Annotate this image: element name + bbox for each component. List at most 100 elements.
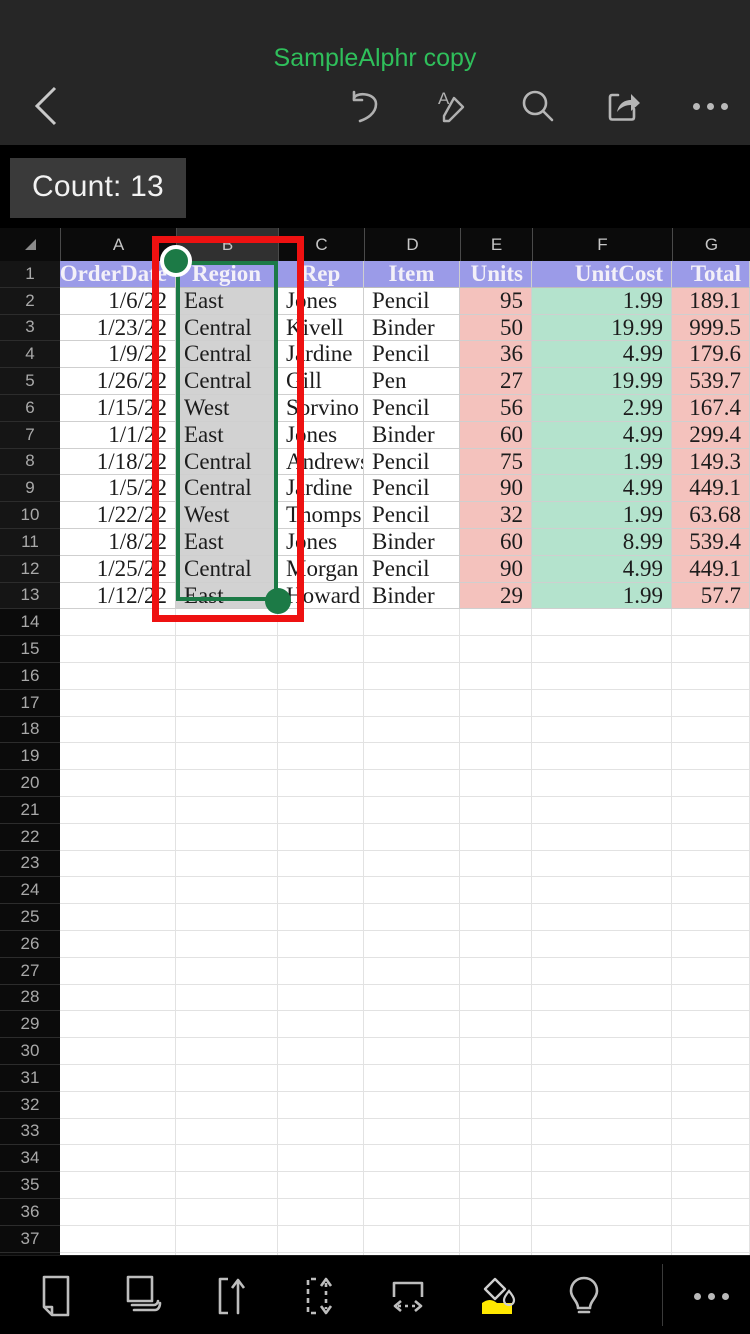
empty-cell[interactable]: [60, 1225, 176, 1253]
empty-cell[interactable]: [672, 663, 750, 690]
empty-cell[interactable]: [364, 797, 460, 824]
empty-cell[interactable]: [532, 1225, 672, 1253]
table-cell[interactable]: East: [176, 421, 278, 449]
empty-cell[interactable]: [60, 850, 176, 878]
empty-cell[interactable]: [364, 770, 460, 797]
empty-cell[interactable]: [176, 663, 278, 690]
row-header-28[interactable]: 28: [0, 984, 60, 1012]
empty-cell[interactable]: [364, 1172, 460, 1199]
empty-cell[interactable]: [278, 1038, 364, 1065]
table-cell[interactable]: 1/1/22: [60, 421, 176, 449]
empty-cell[interactable]: [364, 1065, 460, 1092]
empty-cell[interactable]: [460, 663, 532, 690]
empty-cell[interactable]: [176, 957, 278, 985]
row-header-2[interactable]: 2: [0, 287, 60, 315]
empty-cell[interactable]: [278, 823, 364, 851]
empty-cell[interactable]: [672, 716, 750, 744]
empty-cell[interactable]: [278, 770, 364, 797]
row-header-27[interactable]: 27: [0, 957, 60, 985]
table-cell[interactable]: 1.99: [532, 502, 672, 529]
empty-cell[interactable]: [364, 904, 460, 931]
empty-cell[interactable]: [364, 957, 460, 985]
empty-cell[interactable]: [278, 609, 364, 637]
empty-cell[interactable]: [460, 1199, 532, 1226]
table-cell[interactable]: Pencil: [364, 555, 460, 583]
empty-cell[interactable]: [278, 1065, 364, 1092]
empty-cell[interactable]: [672, 609, 750, 637]
table-cell[interactable]: West: [176, 395, 278, 422]
empty-cell[interactable]: [176, 770, 278, 797]
empty-cell[interactable]: [176, 609, 278, 637]
table-cell[interactable]: Sorvino: [278, 395, 364, 422]
empty-cell[interactable]: [176, 797, 278, 824]
table-cell[interactable]: Pencil: [364, 502, 460, 529]
row-header-25[interactable]: 25: [0, 904, 60, 931]
row-header-9[interactable]: 9: [0, 475, 60, 503]
table-cell[interactable]: 19.99: [532, 314, 672, 342]
table-cell[interactable]: 60: [460, 529, 532, 556]
search-icon[interactable]: [512, 82, 564, 130]
empty-cell[interactable]: [672, 931, 750, 958]
empty-cell[interactable]: [364, 716, 460, 744]
empty-cell[interactable]: [176, 716, 278, 744]
column-header-a[interactable]: A: [60, 228, 176, 261]
column-header-d[interactable]: D: [364, 228, 460, 261]
table-cell[interactable]: Thomps: [278, 502, 364, 529]
column-header-f[interactable]: F: [532, 228, 672, 261]
empty-cell[interactable]: [364, 1038, 460, 1065]
table-cell[interactable]: 449.1: [672, 555, 750, 583]
empty-cell[interactable]: [532, 716, 672, 744]
table-cell[interactable]: 449.1: [672, 475, 750, 503]
table-cell[interactable]: 2.99: [532, 395, 672, 422]
empty-cell[interactable]: [532, 770, 672, 797]
empty-cell[interactable]: [60, 1065, 176, 1092]
table-cell[interactable]: 1/9/22: [60, 341, 176, 369]
empty-cell[interactable]: [278, 743, 364, 771]
more-icon[interactable]: [684, 82, 736, 130]
row-header-36[interactable]: 36: [0, 1199, 60, 1226]
empty-cell[interactable]: [278, 1172, 364, 1199]
table-cell[interactable]: Binder: [364, 421, 460, 449]
selection-handle-start[interactable]: [160, 245, 192, 277]
table-cell[interactable]: Jones: [278, 421, 364, 449]
table-cell[interactable]: 8.99: [532, 529, 672, 556]
table-cell[interactable]: 1/15/22: [60, 395, 176, 422]
row-header-35[interactable]: 35: [0, 1172, 60, 1199]
empty-cell[interactable]: [278, 984, 364, 1012]
table-cell[interactable]: 189.1: [672, 287, 750, 315]
row-header-12[interactable]: 12: [0, 555, 60, 583]
empty-cell[interactable]: [364, 1145, 460, 1173]
empty-cell[interactable]: [60, 663, 176, 690]
empty-cell[interactable]: [176, 904, 278, 931]
table-cell[interactable]: 299.4: [672, 421, 750, 449]
empty-cell[interactable]: [532, 1065, 672, 1092]
table-cell[interactable]: 90: [460, 555, 532, 583]
back-chevron-icon[interactable]: [20, 82, 72, 130]
table-cell[interactable]: Jardine: [278, 341, 364, 369]
empty-cell[interactable]: [672, 743, 750, 771]
empty-cell[interactable]: [176, 1065, 278, 1092]
row-header-3[interactable]: 3: [0, 314, 60, 342]
row-header-22[interactable]: 22: [0, 823, 60, 851]
table-cell[interactable]: Central: [176, 475, 278, 503]
table-cell[interactable]: Howard: [278, 582, 364, 610]
empty-cell[interactable]: [672, 1091, 750, 1119]
sheet-icon[interactable]: [25, 1268, 87, 1324]
empty-cell[interactable]: [176, 1145, 278, 1173]
empty-cell[interactable]: [176, 1038, 278, 1065]
empty-cell[interactable]: [532, 609, 672, 637]
undo-icon[interactable]: [340, 82, 392, 130]
empty-cell[interactable]: [532, 1091, 672, 1119]
table-cell[interactable]: Pencil: [364, 341, 460, 369]
empty-cell[interactable]: [672, 689, 750, 717]
empty-cell[interactable]: [460, 636, 532, 663]
row-header-34[interactable]: 34: [0, 1145, 60, 1173]
empty-cell[interactable]: [672, 1065, 750, 1092]
table-cell[interactable]: East: [176, 529, 278, 556]
empty-cell[interactable]: [278, 1118, 364, 1146]
empty-cell[interactable]: [176, 1225, 278, 1253]
row-header-4[interactable]: 4: [0, 341, 60, 369]
table-cell[interactable]: 167.4: [672, 395, 750, 422]
table-cell[interactable]: 1.99: [532, 448, 672, 476]
empty-cell[interactable]: [176, 1091, 278, 1119]
